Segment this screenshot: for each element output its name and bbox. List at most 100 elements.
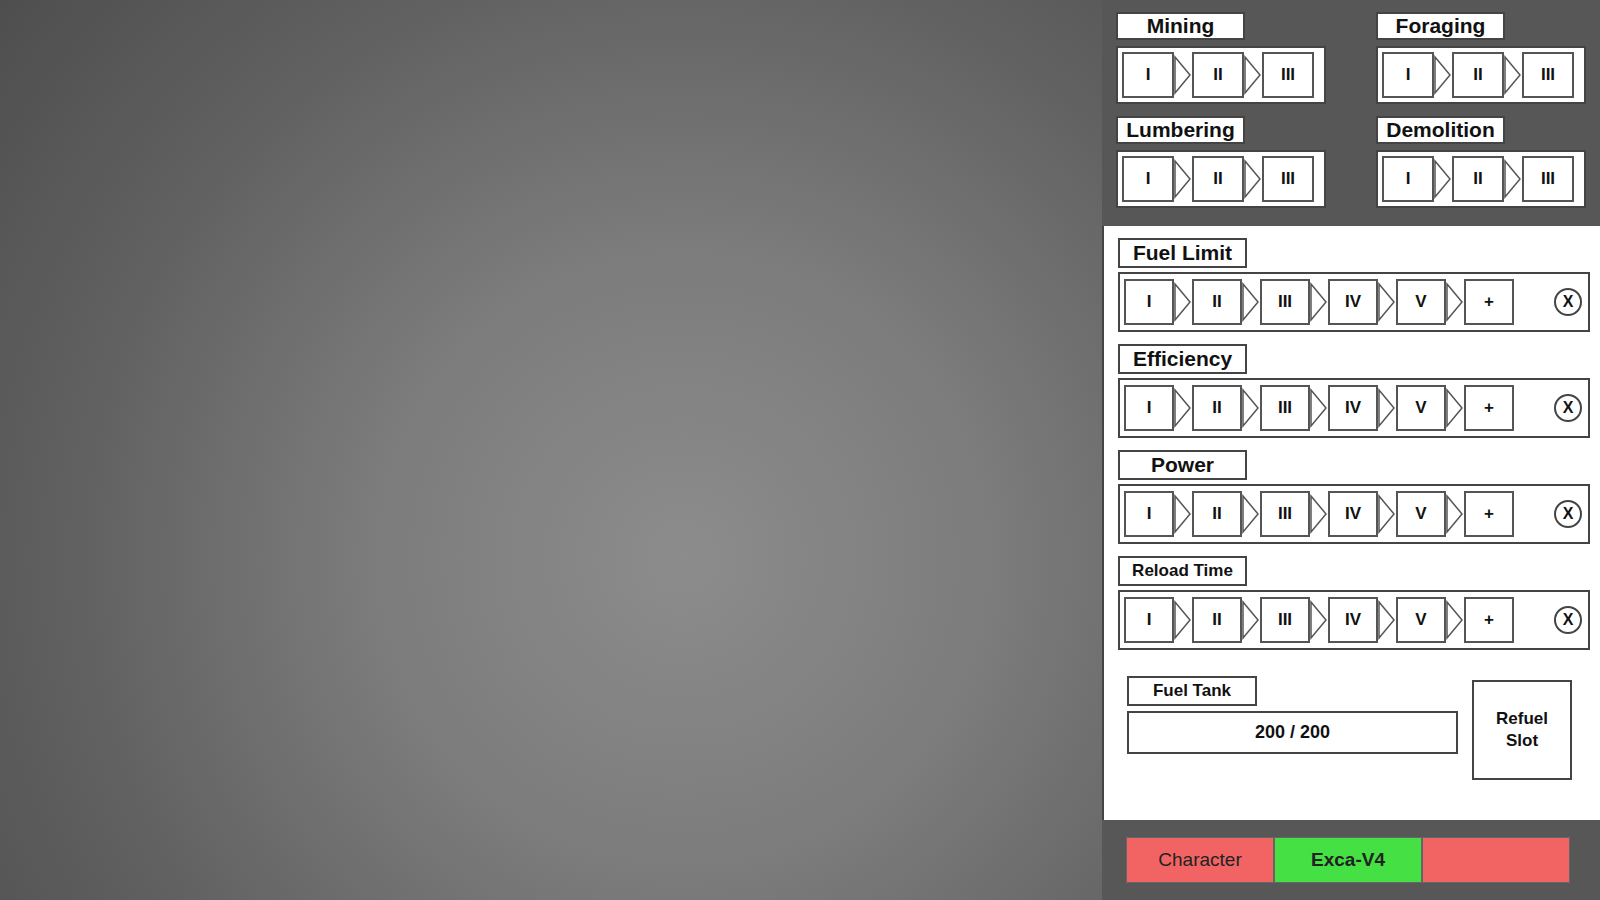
tier-button[interactable]: III [1262,156,1314,202]
tier-button[interactable]: I [1382,156,1434,202]
upgrade-group: PowerIIIIIIIVV+X [1118,450,1586,544]
skill-tiers: IIIIII [1116,150,1326,208]
skill-label: Demolition [1376,116,1505,144]
fuel-tank-reading: 200 / 200 [1127,711,1458,754]
tier-button[interactable]: II [1452,156,1504,202]
skill-group: DemolitionIIIIII [1376,116,1586,208]
arrow-right-icon [1446,388,1464,428]
tier-button[interactable]: IV [1328,491,1378,537]
tier-button[interactable]: V [1396,491,1446,537]
arrow-right-icon [1446,282,1464,322]
upgrade-label: Fuel Limit [1118,238,1247,268]
arrow-right-icon [1242,600,1260,640]
tier-button[interactable]: + [1464,385,1514,431]
clear-button[interactable]: X [1554,500,1582,528]
arrow-right-icon [1242,282,1260,322]
arrow-right-icon [1378,388,1396,428]
arrow-right-icon [1504,55,1522,95]
tab-bar: CharacterExca-V4 [1102,820,1600,900]
arrow-right-icon [1378,494,1396,534]
arrow-right-icon [1174,388,1192,428]
tier-button[interactable]: I [1382,52,1434,98]
skill-tiers: IIIIII [1376,46,1586,104]
arrow-right-icon [1434,159,1452,199]
upgrade-group: EfficiencyIIIIIIIVV+X [1118,344,1586,438]
arrow-right-icon [1174,159,1192,199]
tab[interactable] [1422,837,1570,883]
tab-fill [1423,838,1569,882]
tier-button[interactable]: I [1122,156,1174,202]
skill-group: LumberingIIIIII [1116,116,1326,208]
tier-button[interactable]: II [1192,491,1242,537]
arrow-right-icon [1446,600,1464,640]
tier-button[interactable]: III [1522,156,1574,202]
upgrade-label: Reload Time [1118,556,1247,586]
skill-label: Lumbering [1116,116,1245,144]
tier-button[interactable]: IV [1328,597,1378,643]
arrow-right-icon [1242,494,1260,534]
upgrade-label: Power [1118,450,1247,480]
tier-button[interactable]: III [1260,279,1310,325]
refuel-slot[interactable]: Refuel Slot [1472,680,1572,780]
clear-button[interactable]: X [1554,394,1582,422]
upgrades-section: Fuel LimitIIIIIIIVV+XEfficiencyIIIIIIIVV… [1102,226,1600,820]
tier-button[interactable]: III [1522,52,1574,98]
arrow-right-icon [1174,600,1192,640]
upgrade-group: Reload TimeIIIIIIIVV+X [1118,556,1586,650]
tier-button[interactable]: II [1192,597,1242,643]
upgrade-tiers: IIIIIIIVV+X [1118,378,1590,438]
arrow-right-icon [1244,55,1262,95]
tier-button[interactable]: III [1260,491,1310,537]
tier-button[interactable]: II [1192,279,1242,325]
arrow-right-icon [1310,282,1328,322]
arrow-right-icon [1174,282,1192,322]
tier-button[interactable]: V [1396,279,1446,325]
tier-button[interactable]: II [1452,52,1504,98]
arrow-right-icon [1174,55,1192,95]
tier-button[interactable]: V [1396,597,1446,643]
skill-tiers: IIIIII [1376,150,1586,208]
tier-button[interactable]: II [1192,385,1242,431]
clear-button[interactable]: X [1554,288,1582,316]
clear-button[interactable]: X [1554,606,1582,634]
tier-button[interactable]: + [1464,597,1514,643]
upgrade-label: Efficiency [1118,344,1247,374]
arrow-right-icon [1310,494,1328,534]
tier-button[interactable]: I [1124,597,1174,643]
arrow-right-icon [1310,388,1328,428]
tier-button[interactable]: + [1464,279,1514,325]
tier-button[interactable]: II [1192,52,1244,98]
arrow-right-icon [1174,494,1192,534]
fuel-tank-label: Fuel Tank [1127,676,1257,706]
tier-button[interactable]: IV [1328,385,1378,431]
arrow-right-icon [1242,388,1260,428]
tier-button[interactable]: III [1260,385,1310,431]
tier-button[interactable]: IV [1328,279,1378,325]
skill-group: ForagingIIIIII [1376,12,1586,104]
arrow-right-icon [1504,159,1522,199]
tier-button[interactable]: V [1396,385,1446,431]
upgrade-tiers: IIIIIIIVV+X [1118,484,1590,544]
tab[interactable]: Exca-V4 [1274,837,1422,883]
tab[interactable]: Character [1126,837,1274,883]
tier-button[interactable]: I [1122,52,1174,98]
tier-button[interactable]: + [1464,491,1514,537]
arrow-right-icon [1434,55,1452,95]
tier-button[interactable]: I [1124,385,1174,431]
tier-button[interactable]: III [1262,52,1314,98]
upgrade-group: Fuel LimitIIIIIIIVV+X [1118,238,1586,332]
tier-button[interactable]: III [1260,597,1310,643]
game-view[interactable] [0,0,1102,900]
skill-tiers: IIIIII [1116,46,1326,104]
arrow-right-icon [1310,600,1328,640]
tier-button[interactable]: II [1192,156,1244,202]
upgrade-tiers: IIIIIIIVV+X [1118,590,1590,650]
skill-label: Mining [1116,12,1245,40]
arrow-right-icon [1244,159,1262,199]
fuel-tank: Fuel Tank 200 / 200 [1127,676,1458,754]
skill-group: MiningIIIIII [1116,12,1326,104]
skills-section: MiningIIIIIIForagingIIIIIILumberingIIIII… [1102,0,1600,226]
tier-button[interactable]: I [1124,491,1174,537]
arrow-right-icon [1446,494,1464,534]
tier-button[interactable]: I [1124,279,1174,325]
